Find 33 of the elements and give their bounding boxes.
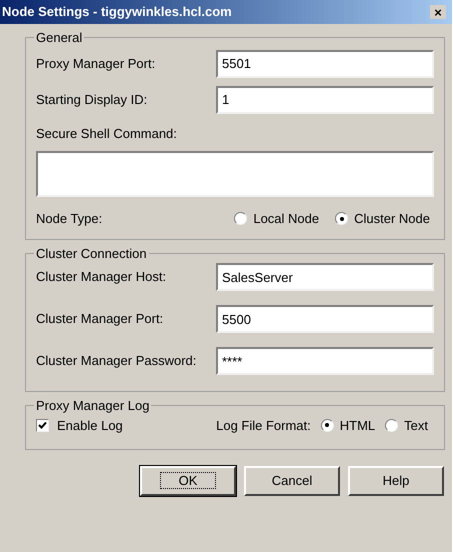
radio-option[interactable]: Local Node <box>234 209 320 228</box>
dialog-button[interactable]: OK <box>140 466 236 496</box>
window-title: Node Settings - tiggywinkles.hcl.com <box>2 3 232 22</box>
close-button[interactable]: × <box>430 5 446 19</box>
dialog-button[interactable]: Help <box>348 466 444 496</box>
radio-option[interactable]: Cluster Node <box>335 209 430 228</box>
enable-log-checkbox[interactable]: Enable Log <box>36 416 123 435</box>
radio-button[interactable] <box>320 418 334 432</box>
text-field[interactable]: 5500 <box>216 305 434 333</box>
field-label: Starting Display ID: <box>36 90 148 109</box>
check-icon <box>38 420 47 430</box>
radio-button[interactable] <box>385 418 398 432</box>
text-field[interactable]: **** <box>216 347 434 375</box>
field-label: Cluster Manager Port: <box>36 310 164 328</box>
text-field[interactable]: 5501 <box>216 50 434 78</box>
group-title: Proxy Manager Log <box>35 397 150 415</box>
field-label: Node Type: <box>36 210 102 228</box>
radio-option[interactable]: Text <box>385 416 428 435</box>
checkbox[interactable] <box>36 418 49 432</box>
command-field[interactable] <box>36 151 434 197</box>
text-field[interactable]: 1 <box>216 86 434 114</box>
field-label: Cluster Manager Host: <box>36 268 166 286</box>
radio-button[interactable] <box>234 212 248 226</box>
radio-option[interactable]: HTML <box>320 416 376 435</box>
field-label: Proxy Manager Port: <box>36 54 156 73</box>
group-title: General <box>35 29 84 47</box>
field-label: Cluster Manager Password: <box>36 352 196 370</box>
radio-button[interactable] <box>335 212 348 226</box>
text-field[interactable]: SalesServer <box>216 263 434 291</box>
group-title: Cluster Connection <box>35 244 148 262</box>
field-label: Secure Shell Command: <box>36 124 178 142</box>
dialog-button[interactable]: Cancel <box>244 466 340 496</box>
field-label: Log File Format: <box>216 416 311 435</box>
